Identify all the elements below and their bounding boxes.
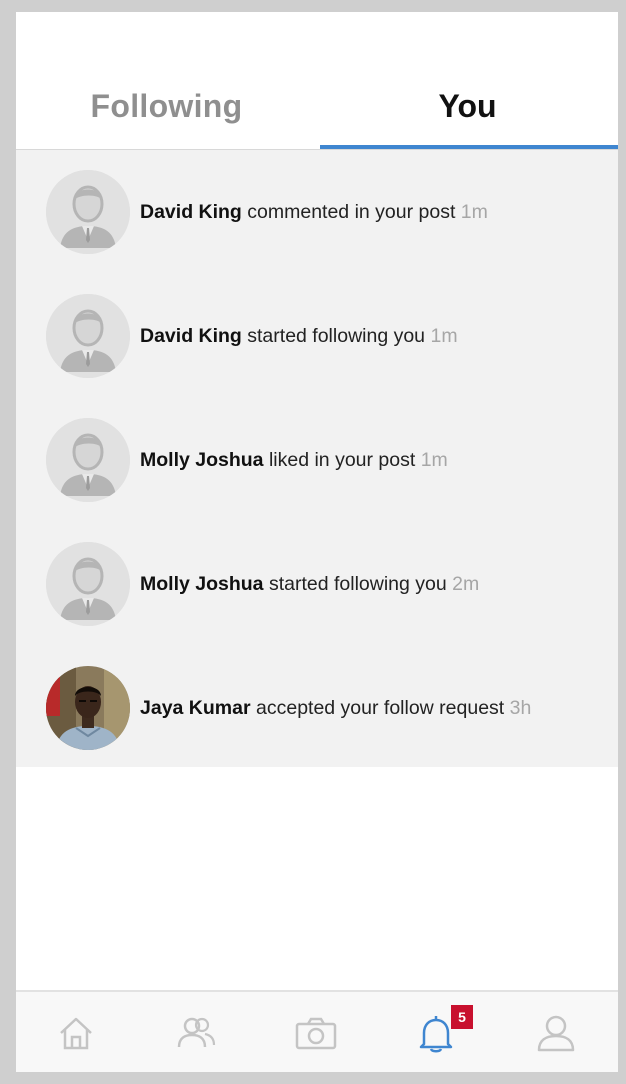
avatar[interactable]	[46, 418, 130, 502]
bottom-nav: 5	[16, 990, 618, 1072]
notification-text: David King started following you 1m	[140, 322, 458, 350]
timestamp: 1m	[420, 449, 448, 471]
user-name[interactable]: David King	[140, 201, 242, 223]
nav-camera-button[interactable]	[256, 1000, 376, 1066]
tab-header: Following You	[16, 12, 618, 150]
nav-notifications-button[interactable]	[376, 1000, 496, 1066]
home-icon	[60, 1017, 92, 1050]
notification-item[interactable]: Molly Joshua started following you 2m	[16, 522, 618, 646]
timestamp: 1m	[430, 325, 458, 347]
tab-you[interactable]: You	[317, 86, 618, 126]
timestamp: 1m	[460, 201, 488, 223]
notification-action: started following you	[268, 573, 447, 595]
active-tab-indicator	[320, 145, 618, 149]
profile-photo	[46, 666, 130, 750]
notification-list: David King commented in your post 1m Dav…	[16, 150, 618, 767]
avatar[interactable]	[46, 542, 130, 626]
notification-item[interactable]: Molly Joshua liked in your post 1m	[16, 398, 618, 522]
notification-action: liked in your post	[268, 449, 416, 471]
notification-action: commented in your post	[247, 201, 456, 223]
notification-item[interactable]: David King started following you 1m	[16, 274, 618, 398]
nav-friends-button[interactable]	[136, 1000, 256, 1066]
profile-icon	[537, 1015, 575, 1052]
default-user-icon	[46, 170, 130, 254]
camera-icon	[295, 1017, 337, 1050]
notification-item[interactable]: David King commented in your post 1m	[16, 150, 618, 274]
user-name[interactable]: Molly Joshua	[140, 449, 264, 471]
timestamp: 2m	[452, 573, 480, 595]
timestamp: 3h	[509, 697, 532, 719]
avatar[interactable]	[46, 170, 130, 254]
default-user-icon	[46, 418, 130, 502]
notification-item[interactable]: Jaya Kumar accepted your follow request …	[16, 646, 618, 770]
tab-following[interactable]: Following	[16, 86, 317, 126]
nav-home-button[interactable]	[16, 1000, 136, 1066]
bell-icon	[419, 1016, 453, 1053]
notification-text: Jaya Kumar accepted your follow request …	[140, 694, 531, 722]
notification-text: Molly Joshua liked in your post 1m	[140, 446, 448, 474]
notification-text: David King commented in your post 1m	[140, 198, 488, 226]
user-name[interactable]: David King	[140, 325, 242, 347]
notification-action: started following you	[247, 325, 426, 347]
phone-screen: Following You David King commented in yo…	[16, 12, 618, 1072]
friends-icon	[177, 1017, 216, 1048]
default-user-icon	[46, 294, 130, 378]
nav-profile-button[interactable]	[496, 1000, 616, 1066]
notification-badge: 5	[451, 1005, 473, 1029]
user-name[interactable]: Molly Joshua	[140, 573, 264, 595]
notification-action: accepted your follow request	[256, 697, 505, 719]
notification-text: Molly Joshua started following you 2m	[140, 570, 479, 598]
avatar[interactable]	[46, 294, 130, 378]
default-user-icon	[46, 542, 130, 626]
user-name[interactable]: Jaya Kumar	[140, 697, 251, 719]
avatar[interactable]	[46, 666, 130, 750]
